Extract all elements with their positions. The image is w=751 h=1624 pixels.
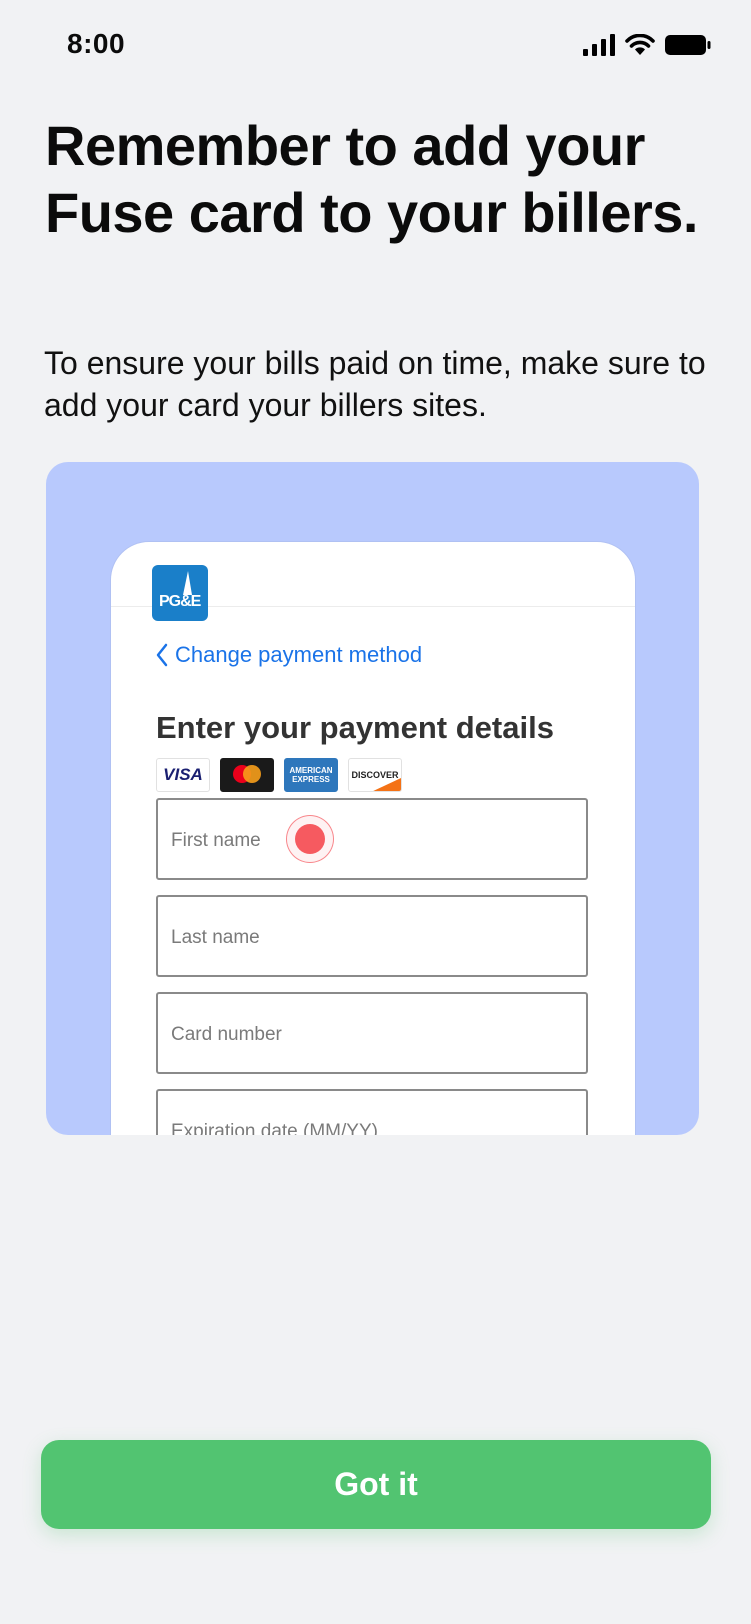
- status-time: 8:00: [67, 28, 126, 59]
- expiration-date-placeholder: Expiration date (MM/YY): [171, 1121, 378, 1135]
- visa-logo: VISA: [156, 758, 210, 792]
- discover-swoosh-icon: [373, 777, 401, 791]
- amex-line-2: EXPRESS: [292, 775, 330, 784]
- page-subtitle: To ensure your bills paid on time, make …: [44, 345, 706, 423]
- card-number-placeholder: Card number: [171, 1024, 282, 1045]
- mastercard-logo: [220, 758, 274, 792]
- first-name-field: First name: [156, 798, 588, 880]
- pge-logo-text: PG&E: [159, 593, 201, 610]
- status-icons: [583, 34, 711, 56]
- chevron-left-icon: [156, 643, 168, 667]
- amex-logo: AMERICAN EXPRESS: [284, 758, 338, 792]
- battery-icon: [665, 35, 711, 55]
- got-it-button[interactable]: Got it: [41, 1440, 711, 1529]
- pge-logo: PG&E: [152, 565, 208, 621]
- tap-indicator: [286, 815, 334, 863]
- payment-details-title: Enter your payment details: [156, 710, 554, 745]
- card-brand-logos: VISA AMERICAN EXPRESS DISCOVER: [156, 758, 402, 792]
- biller-site-mockup: PG&E Change payment method Enter your pa…: [111, 542, 635, 1135]
- last-name-placeholder: Last name: [171, 927, 260, 948]
- discover-logo: DISCOVER: [348, 758, 402, 792]
- wifi-icon: [625, 34, 655, 55]
- cellular-signal-icon: [583, 34, 615, 56]
- mastercard-circles-icon: [233, 765, 261, 783]
- page-title: Remember to add your Fuse card to your b…: [45, 114, 698, 244]
- change-payment-method-link: Change payment method: [155, 642, 422, 668]
- status-bar: 8:00: [0, 0, 751, 92]
- amex-line-1: AMERICAN: [289, 766, 333, 775]
- expiration-date-field: Expiration date (MM/YY): [156, 1089, 588, 1135]
- tap-dot: [295, 824, 325, 854]
- biller-illustration: PG&E Change payment method Enter your pa…: [46, 462, 699, 1135]
- card-number-field: Card number: [156, 992, 588, 1074]
- first-name-placeholder: First name: [171, 830, 261, 851]
- last-name-field: Last name: [156, 895, 588, 977]
- change-payment-method-label: Change payment method: [175, 642, 423, 667]
